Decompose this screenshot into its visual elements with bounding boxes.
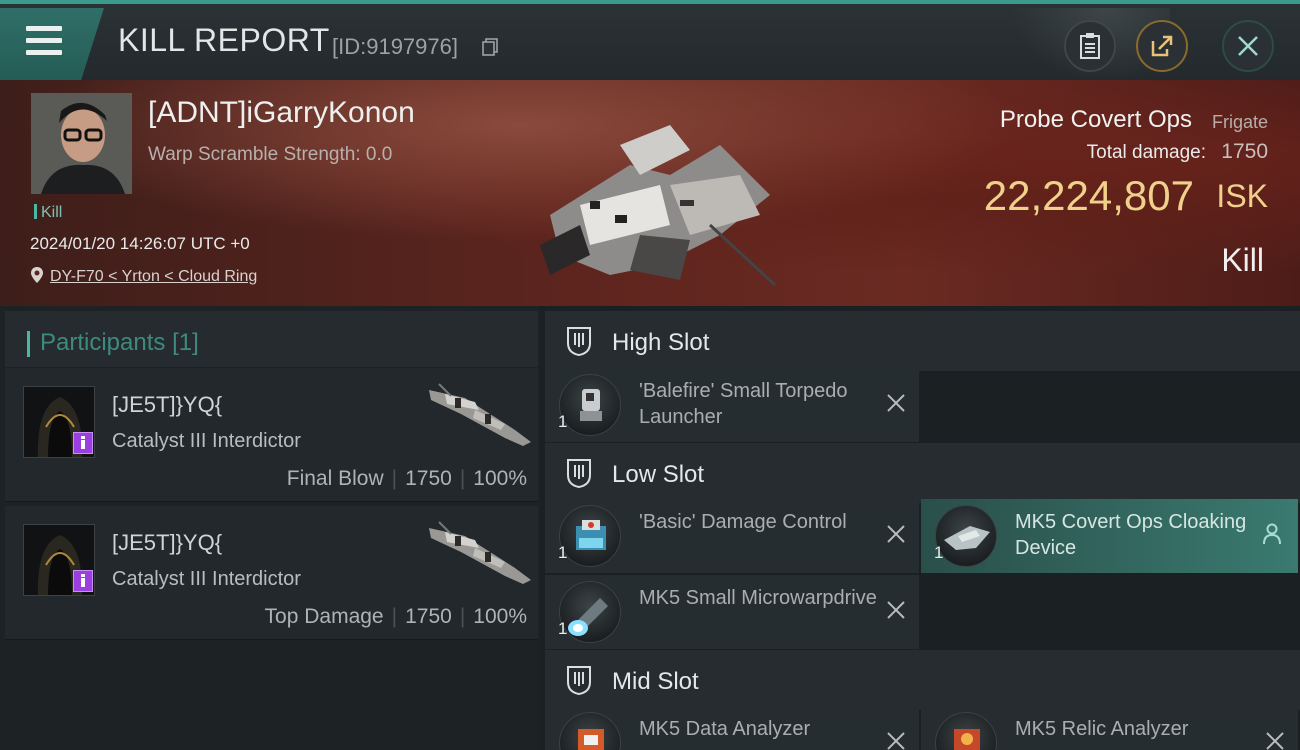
module-quantity: 1 (558, 412, 568, 431)
destroyed-x-icon (887, 601, 905, 619)
high-slot-label: High Slot (612, 329, 710, 356)
torpedo-launcher-icon (559, 374, 621, 436)
clipboard-button[interactable] (1064, 20, 1116, 72)
isk-unit: ISK (1216, 178, 1268, 214)
participant-ship: Catalyst III Interdictor (112, 430, 301, 452)
participant-stats: Final Blow | 1750 | 100% (287, 467, 527, 491)
kill-location[interactable]: DY-F70 < Yrton < Cloud Ring (30, 266, 257, 286)
participants-label: Participants (40, 329, 166, 356)
top-bar: KILL REPORT [ID:9197976] (0, 0, 1300, 84)
participant-card[interactable]: [JE5T]}YQ{ Catalyst III Interdictor Top … (5, 506, 538, 640)
hamburger-icon (26, 26, 62, 56)
warp-scramble-strength: Warp Scramble Strength: 0.0 (148, 144, 393, 165)
participant-ship-image (429, 521, 531, 584)
portrait-image (31, 93, 132, 194)
mid-slot-header: Mid Slot (545, 650, 1300, 710)
clipboard-icon (1080, 33, 1100, 59)
module-name: MK5 Covert Ops Cloaking Device (1015, 511, 1247, 559)
data-analyzer-icon (559, 712, 621, 750)
module-quantity: 1 (934, 543, 944, 562)
module-quantity: 1 (558, 543, 568, 562)
page-title: KILL REPORT (118, 22, 330, 58)
cloaking-device-icon (935, 505, 997, 567)
kill-tag-label: Kill (41, 204, 63, 221)
isk-value: 22,224,807 (983, 172, 1194, 219)
location-pin-icon (31, 267, 43, 283)
total-damage-value: 1750 (1221, 140, 1268, 163)
kill-result: Kill (1221, 242, 1264, 278)
report-id: [ID:9197976] (332, 34, 458, 59)
dropped-user-icon (1263, 523, 1281, 545)
kill-banner: [ADNT]iGarryKonon Warp Scramble Strength… (0, 80, 1300, 306)
module-quantity: 1 (558, 619, 568, 638)
stat-separator: | (391, 605, 398, 628)
fitting-panel: High Slot 1 'Balefire' Small Torpedo Lau… (540, 306, 1300, 750)
mid-slot-icon (567, 666, 591, 696)
destroyed-x-icon (1266, 732, 1284, 750)
participant-percent: 100% (473, 467, 527, 490)
participant-damage: 1750 (405, 467, 452, 490)
participant-percent: 100% (473, 605, 527, 628)
destroyed-x-icon (887, 394, 905, 412)
participants-panel: Participants [1] [JE5T]}YQ{ Catalyst III… (0, 306, 540, 750)
victim-ship-class: Frigate (1211, 112, 1268, 132)
participant-ship: Catalyst III Interdictor (112, 568, 301, 590)
module-name: 'Basic' Damage Control (639, 511, 847, 533)
share-button[interactable] (1136, 20, 1188, 72)
kill-datetime: 2024/01/20 14:26:07 UTC +0 (30, 234, 250, 253)
high-slot-icon (567, 327, 591, 357)
participant-role: Top Damage (264, 605, 384, 628)
high-slot-header: High Slot (545, 311, 1300, 371)
module-item[interactable]: 1 MK5 Data Analyzer (545, 706, 919, 750)
module-name: MK5 Data Analyzer (639, 718, 811, 740)
total-damage-label: Total damage: (1086, 142, 1206, 163)
participant-name[interactable]: [JE5T]}YQ{ (112, 392, 222, 418)
destroyed-x-icon (887, 732, 905, 750)
module-item[interactable]: 1 MK5 Relic Analyzer (921, 706, 1298, 750)
module-name: 'Balefire' Small Torpedo Launcher (639, 380, 848, 428)
participant-damage: 1750 (405, 605, 452, 628)
module-item[interactable]: 1 'Basic' Damage Control (545, 499, 919, 573)
low-slot-header: Low Slot (545, 443, 1300, 503)
share-icon (1151, 35, 1173, 57)
location-link[interactable]: DY-F70 < Yrton < Cloud Ring (50, 268, 257, 285)
faction-badge-icon (73, 432, 93, 454)
relic-analyzer-icon (935, 712, 997, 750)
copy-icon[interactable] (482, 38, 498, 56)
victim-name[interactable]: [ADNT]iGarryKonon (148, 96, 415, 130)
module-item[interactable]: 1 MK5 Small Microwarpdrive (545, 575, 919, 649)
module-name: MK5 Relic Analyzer (1015, 718, 1189, 740)
faction-badge-icon (73, 570, 93, 592)
mid-slot-label: Mid Slot (612, 668, 699, 695)
participant-stats: Top Damage | 1750 | 100% (265, 605, 527, 629)
participant-name[interactable]: [JE5T]}YQ{ (112, 530, 222, 556)
participants-count: [1] (172, 329, 199, 356)
victim-ship-name[interactable]: Probe Covert Ops (1000, 106, 1192, 134)
close-icon (1238, 36, 1258, 56)
kill-tag: Kill (34, 204, 62, 222)
participants-title: Participants [1] (40, 329, 199, 357)
module-item[interactable]: 1 'Balefire' Small Torpedo Launcher (545, 368, 919, 442)
module-item-highlighted[interactable]: 1 MK5 Covert Ops Cloaking Device (921, 499, 1298, 573)
victim-avatar[interactable] (31, 93, 132, 194)
participant-ship-image (429, 383, 531, 446)
microwarpdrive-icon (559, 581, 621, 643)
damage-control-icon (559, 505, 621, 567)
stat-separator: | (459, 605, 466, 628)
kill-tag-bar (34, 204, 37, 219)
participant-role: Final Blow (286, 467, 384, 490)
participants-accent (27, 331, 30, 357)
participants-header: Participants [1] (5, 311, 538, 367)
module-name: MK5 Small Microwarpdrive (639, 587, 877, 609)
destroyed-x-icon (887, 525, 905, 543)
stat-separator: | (459, 467, 466, 490)
participant-card[interactable]: [JE5T]}YQ{ Catalyst III Interdictor Fina… (5, 368, 538, 502)
close-button[interactable] (1222, 20, 1274, 72)
menu-button[interactable] (0, 8, 104, 80)
low-slot-label: Low Slot (612, 461, 705, 488)
victim-ship-image (540, 125, 777, 287)
stat-separator: | (391, 467, 398, 490)
low-slot-icon (567, 459, 591, 489)
